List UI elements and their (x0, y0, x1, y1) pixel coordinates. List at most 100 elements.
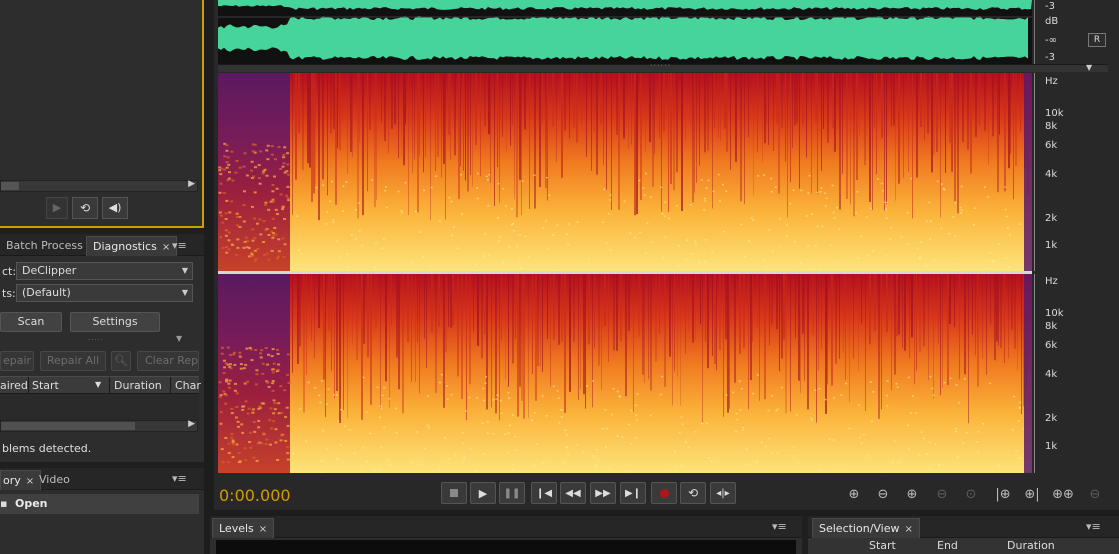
repair-all-button[interactable]: Repair All (40, 351, 106, 371)
zoom-out-amplitude-button[interactable]: ⊖ (872, 486, 894, 502)
db-label: -3 (1045, 52, 1055, 63)
hz-label: Hz (1045, 76, 1058, 87)
close-icon[interactable]: × (905, 524, 913, 535)
db-label: dB (1045, 16, 1059, 27)
pause-button[interactable]: ❚❚ (499, 482, 525, 504)
collapse-arrow-icon[interactable]: ▼ (176, 334, 182, 343)
column-repaired[interactable]: aired (0, 379, 28, 392)
history-list-item[interactable]: ▪ Open (0, 494, 199, 514)
play-icon: ▶ (478, 486, 488, 500)
status-text: blems detected. (2, 442, 92, 455)
zoom-out-time-icon: ⊖ (936, 486, 948, 502)
hz-label: 2k (1045, 413, 1058, 424)
presets-value: (Default) (22, 286, 71, 299)
skip-end-button[interactable]: ▶❙ (620, 482, 646, 504)
spectrogram-channel-2[interactable] (218, 274, 1032, 473)
settings-button[interactable]: Settings (70, 312, 160, 332)
stop-button[interactable] (441, 482, 467, 504)
fast-forward-button[interactable]: ▶▶ (590, 482, 616, 504)
zoom-in-right-icon: ⊕| (1024, 486, 1040, 502)
chevron-down-icon[interactable]: ▼ (1086, 63, 1092, 72)
zoom-full-button[interactable]: ⊕⊕ (1052, 486, 1074, 502)
tab-batch-process[interactable]: Batch Process (0, 236, 89, 256)
record-button[interactable] (651, 482, 677, 504)
panel-menu-icon[interactable]: ▾≡ (1086, 520, 1101, 533)
volume-icon: ◀) (108, 201, 122, 214)
hz-label: 10k (1045, 308, 1064, 319)
hz-label: 2k (1045, 213, 1058, 224)
chevron-down-icon: ▼ (181, 266, 188, 275)
column-duration[interactable]: Duration (114, 379, 162, 392)
tab-diagnostics[interactable]: Diagnostics × (86, 236, 178, 256)
stop-icon (450, 489, 458, 497)
repair-button[interactable]: epair (0, 351, 34, 371)
tab-history-label: ory (3, 474, 21, 487)
presets-dropdown[interactable]: (Default) ▼ (16, 284, 193, 302)
files-loop-button[interactable]: ⟲ (72, 197, 98, 219)
clear-repaired-button[interactable]: Clear Repa (137, 351, 199, 371)
files-volume-button[interactable]: ◀) (102, 197, 128, 219)
zoom-selection-icon: ⊙ (965, 486, 977, 502)
zoom-out-time-button[interactable]: ⊖ (931, 486, 953, 502)
scroll-thumb[interactable] (1, 182, 19, 190)
levels-meter (216, 540, 796, 554)
effect-label: ct: (2, 265, 17, 278)
zoom-out-amplitude-icon: ⊖ (877, 486, 889, 502)
channel-divider (218, 271, 1032, 274)
tab-levels[interactable]: Levels × (212, 518, 275, 538)
loop-button[interactable]: ⟲ (680, 482, 706, 504)
channel-r-label: R (1093, 35, 1101, 45)
view-splitter[interactable]: ······ ▼ (218, 61, 1108, 72)
tab-selection-view-label: Selection/View (819, 522, 900, 535)
rewind-button[interactable]: ◀◀ (560, 482, 586, 504)
panel-menu-icon[interactable]: ▾≡ (772, 520, 787, 533)
frequency-ruler-2 (1034, 274, 1044, 473)
scan-button[interactable]: Scan (0, 312, 62, 332)
column-end: End (937, 539, 958, 552)
files-play-button[interactable]: ▶ (46, 197, 68, 219)
skip-start-button[interactable]: ❙◀ (531, 482, 557, 504)
loop-icon: ⟲ (79, 201, 91, 215)
zoom-out-full-button[interactable]: ⊖ (1084, 486, 1106, 502)
magnifier-icon: 🔍︎ (114, 354, 128, 367)
zoom-selection-button[interactable]: ⊙ (960, 486, 982, 502)
selection-table-header: Start End Duration (808, 538, 1119, 554)
play-button[interactable]: ▶ (470, 482, 496, 504)
panel-menu-icon[interactable]: ▾≡ (172, 239, 187, 252)
zoom-in-right-button[interactable]: ⊕| (1021, 486, 1043, 502)
hz-label: 1k (1045, 240, 1058, 251)
spectrogram-channel-1[interactable] (218, 73, 1032, 271)
close-icon[interactable]: × (162, 242, 170, 253)
effect-dropdown[interactable]: DeClipper ▼ (16, 262, 193, 280)
scroll-right-icon[interactable]: ▶ (188, 419, 195, 429)
tab-batch-process-label: Batch Process (6, 239, 83, 252)
history-open-icon: ▪ (0, 497, 8, 510)
files-scrollbar[interactable]: ▶ (0, 179, 198, 192)
channel-r-button[interactable]: R (1088, 33, 1106, 47)
tab-selection-view[interactable]: Selection/View × (812, 518, 920, 538)
panel-menu-icon[interactable]: ▾≡ (172, 472, 187, 485)
column-start: Start (869, 539, 896, 552)
fast-forward-icon: ▶▶ (595, 487, 611, 499)
zoom-in-time-button[interactable]: ⊕ (901, 486, 923, 502)
column-divider (28, 377, 29, 393)
column-duration: Duration (1007, 539, 1055, 552)
problems-scrollbar[interactable]: ▶ (0, 419, 198, 432)
column-channel[interactable]: Char (175, 379, 201, 392)
tab-video-label: Video (39, 473, 70, 486)
close-icon[interactable]: × (259, 524, 267, 535)
zoom-in-amplitude-button[interactable]: ⊕ (843, 486, 865, 502)
tab-video[interactable]: Video (33, 470, 76, 490)
scroll-right-icon[interactable]: ▶ (188, 179, 195, 189)
history-item-label: Open (15, 497, 48, 510)
zoom-to-problem-button[interactable]: 🔍︎ (111, 351, 131, 371)
zoom-in-left-button[interactable]: |⊕ (992, 486, 1014, 502)
skip-selection-button[interactable]: ◂|▸ (710, 482, 736, 504)
splitter-grip[interactable]: ····· (88, 336, 104, 344)
sort-down-icon: ▼ (95, 380, 102, 389)
scroll-thumb[interactable] (1, 422, 135, 430)
column-divider (109, 377, 110, 393)
panel-gutter (204, 0, 214, 554)
waveform-view (218, 0, 1032, 64)
column-start[interactable]: Start (32, 379, 59, 392)
